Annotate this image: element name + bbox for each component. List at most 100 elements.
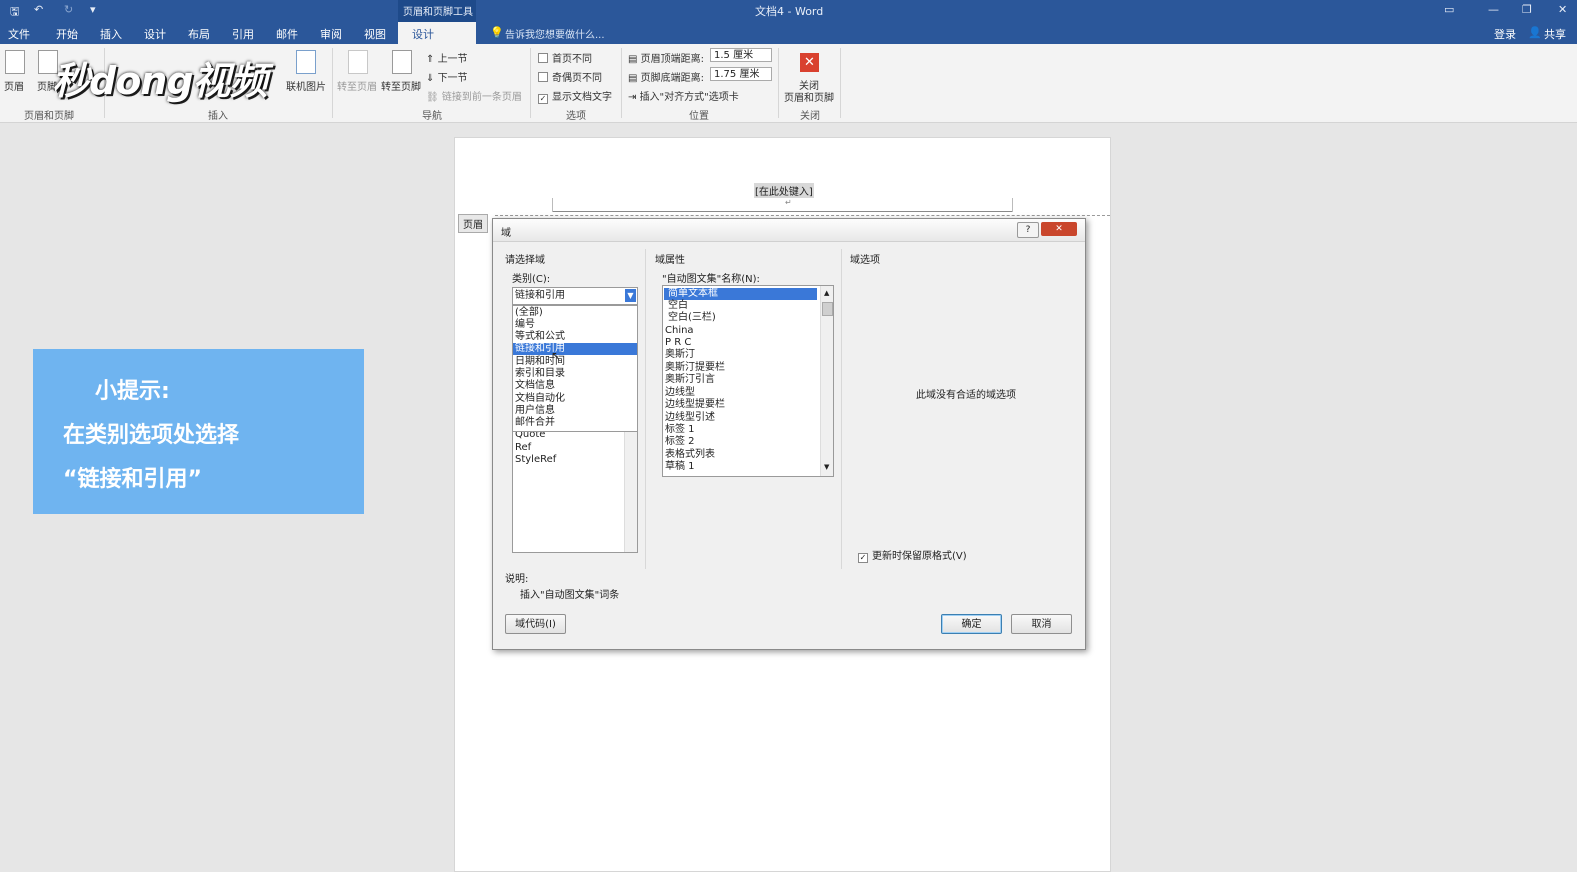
context-tool-label: 页眉和页脚工具 bbox=[403, 7, 473, 18]
autotext-item[interactable]: 空白 bbox=[668, 300, 688, 312]
autotext-item-selected[interactable]: 简单文本框 bbox=[664, 288, 817, 300]
header-top-label: ▤ 页眉顶端距离: bbox=[628, 50, 704, 65]
undo-icon[interactable]: ↶ bbox=[34, 3, 43, 16]
group-divider bbox=[332, 48, 333, 118]
category-option[interactable]: 编号 bbox=[515, 319, 535, 331]
field-names-list[interactable]: Quote Ref StyleRef bbox=[512, 427, 638, 553]
link-to-previous-button[interactable]: ⛓ 链接到前一条页眉 bbox=[426, 88, 522, 103]
goto-header-button[interactable]: 转至页眉 bbox=[337, 78, 377, 93]
header-button[interactable]: 页眉 bbox=[4, 78, 24, 93]
different-odd-even-checkbox[interactable]: 奇偶页不同 bbox=[538, 69, 602, 84]
help-icon[interactable]: ? bbox=[1017, 222, 1039, 238]
minimize-icon[interactable]: — bbox=[1488, 3, 1499, 16]
tab-references[interactable]: 引用 bbox=[232, 26, 254, 42]
close-icon[interactable]: ✕ bbox=[1041, 222, 1077, 236]
customize-qat-icon[interactable]: ▾ bbox=[90, 3, 96, 16]
online-picture-icon[interactable] bbox=[296, 50, 316, 74]
list-item[interactable]: Ref bbox=[515, 442, 531, 454]
close-header-footer-label-2[interactable]: 页眉和页脚 bbox=[784, 89, 834, 104]
lightbulb-icon: 💡 bbox=[490, 26, 504, 39]
category-option[interactable]: 邮件合并 bbox=[515, 417, 555, 429]
goto-footer-icon[interactable] bbox=[392, 50, 412, 74]
next-section-label: 下一节 bbox=[437, 73, 468, 84]
tab-view[interactable]: 视图 bbox=[364, 26, 386, 42]
tab-mailings[interactable]: 邮件 bbox=[276, 26, 298, 42]
autotext-item[interactable]: 边线型提要栏 bbox=[665, 399, 725, 411]
preserve-format-checkbox[interactable]: ✓ 更新时保留原格式(V) bbox=[858, 547, 967, 563]
header-placeholder[interactable]: [在此处键入] bbox=[754, 183, 814, 198]
autotext-item[interactable]: 表格式列表 bbox=[665, 449, 715, 461]
category-select[interactable]: 链接和引用 ▼ bbox=[512, 287, 638, 305]
autotext-item[interactable]: 标签 2 bbox=[665, 436, 695, 448]
goto-footer-button[interactable]: 转至页脚 bbox=[381, 78, 421, 93]
autotext-item[interactable]: 空白(三栏) bbox=[668, 312, 716, 324]
group-divider bbox=[621, 48, 622, 118]
category-option[interactable]: 文档自动化 bbox=[515, 393, 565, 405]
field-codes-button[interactable]: 域代码(I) bbox=[505, 614, 566, 634]
autotext-item[interactable]: 奥斯汀 bbox=[665, 349, 695, 361]
scroll-up-icon[interactable]: ▲ bbox=[824, 289, 829, 297]
different-first-page-checkbox[interactable]: 首页不同 bbox=[538, 50, 592, 65]
header-margin-right bbox=[1012, 198, 1013, 212]
tab-insert[interactable]: 插入 bbox=[100, 26, 122, 42]
autotext-item[interactable]: 边线型 bbox=[665, 387, 695, 399]
header-icon[interactable] bbox=[5, 50, 25, 74]
field-dialog: 域 ? ✕ 请选择域 类别(C): 链接和引用 ▼ Quote Ref Styl… bbox=[492, 218, 1086, 650]
tab-review[interactable]: 审阅 bbox=[320, 26, 342, 42]
context-tool-band: 页眉和页脚工具 bbox=[398, 0, 476, 22]
autotext-item[interactable]: China bbox=[665, 325, 694, 337]
group-label-navigation: 导航 bbox=[422, 111, 442, 122]
save-icon[interactable]: 🖫 bbox=[10, 3, 19, 22]
show-document-text-label: 显示文档文字 bbox=[552, 92, 612, 103]
cancel-button[interactable]: 取消 bbox=[1011, 614, 1072, 634]
next-section-button[interactable]: ⇓ 下一节 bbox=[426, 69, 468, 84]
group-label-close: 关闭 bbox=[800, 111, 820, 122]
share-button[interactable]: 共享 bbox=[1544, 26, 1566, 42]
close-window-icon[interactable]: ✕ bbox=[1558, 3, 1567, 16]
footer-bottom-spinner[interactable]: 1.75 厘米 bbox=[710, 67, 772, 81]
column-divider bbox=[841, 249, 842, 569]
category-option[interactable]: 等式和公式 bbox=[515, 331, 565, 343]
category-option[interactable]: (全部) bbox=[515, 307, 543, 319]
redo-icon[interactable]: ↻ bbox=[64, 3, 73, 16]
header-top-spinner[interactable]: 1.5 厘米 bbox=[710, 48, 772, 62]
autotext-item[interactable]: 草稿 1 bbox=[665, 461, 695, 473]
header-margin-left bbox=[552, 198, 553, 212]
insert-alignment-tab-button[interactable]: ⇥ 插入"对齐方式"选项卡 bbox=[628, 88, 739, 103]
category-option[interactable]: 用户信息 bbox=[515, 405, 555, 417]
alignment-tab-icon: ⇥ bbox=[628, 92, 640, 103]
online-picture-button[interactable]: 联机图片 bbox=[286, 78, 326, 93]
login-link[interactable]: 登录 bbox=[1494, 26, 1516, 42]
tell-me-box[interactable]: 告诉我您想要做什么... bbox=[505, 26, 605, 41]
category-option[interactable]: 索引和目录 bbox=[515, 368, 565, 380]
autotext-item[interactable]: P R C bbox=[665, 337, 691, 349]
restore-icon[interactable]: ❐ bbox=[1522, 3, 1532, 16]
tab-design[interactable]: 设计 bbox=[144, 26, 166, 42]
category-option[interactable]: 文档信息 bbox=[515, 380, 555, 392]
close-header-footer-icon[interactable]: ✕ bbox=[800, 53, 819, 72]
tab-header-footer-design[interactable]: 设计 bbox=[398, 22, 476, 44]
insert-alignment-tab-label: 插入"对齐方式"选项卡 bbox=[639, 92, 739, 103]
autotext-item[interactable]: 标签 1 bbox=[665, 424, 695, 436]
scroll-down-icon[interactable]: ▼ bbox=[824, 463, 829, 471]
link-to-previous-label: 链接到前一条页眉 bbox=[441, 92, 522, 103]
tab-file[interactable]: 文件 bbox=[8, 26, 30, 42]
list-item[interactable]: StyleRef bbox=[515, 454, 556, 466]
tab-layout[interactable]: 布局 bbox=[188, 26, 210, 42]
tab-home[interactable]: 开始 bbox=[56, 26, 78, 42]
autotext-item[interactable]: 奥斯汀引言 bbox=[665, 374, 715, 386]
autotext-item[interactable]: 边线型引述 bbox=[665, 412, 715, 424]
scroll-thumb[interactable] bbox=[822, 302, 833, 316]
previous-section-button[interactable]: ⇑ 上一节 bbox=[426, 50, 468, 65]
category-dropdown-list[interactable]: (全部) 编号 等式和公式 链接和引用 日期和时间 索引和目录 文档信息 文档自… bbox=[512, 305, 638, 432]
autotext-item[interactable]: 奥斯汀提要栏 bbox=[665, 362, 725, 374]
chevron-down-icon[interactable]: ▼ bbox=[625, 289, 636, 302]
autotext-scrollbar[interactable]: ▲ ▼ bbox=[820, 286, 833, 476]
ribbon-display-icon[interactable]: ▭ bbox=[1444, 3, 1454, 16]
show-document-text-checkbox[interactable]: ✓ 显示文档文字 bbox=[538, 88, 612, 104]
field-names-scrollbar[interactable] bbox=[624, 428, 637, 552]
ok-button[interactable]: 确定 bbox=[941, 614, 1002, 634]
autotext-list[interactable]: 简单文本框 空白 空白(三栏) China P R C 奥斯汀 奥斯汀提要栏 奥… bbox=[662, 285, 834, 477]
preserve-format-label: 更新时保留原格式(V) bbox=[872, 551, 967, 562]
category-option-selected[interactable]: 链接和引用 bbox=[513, 343, 637, 355]
